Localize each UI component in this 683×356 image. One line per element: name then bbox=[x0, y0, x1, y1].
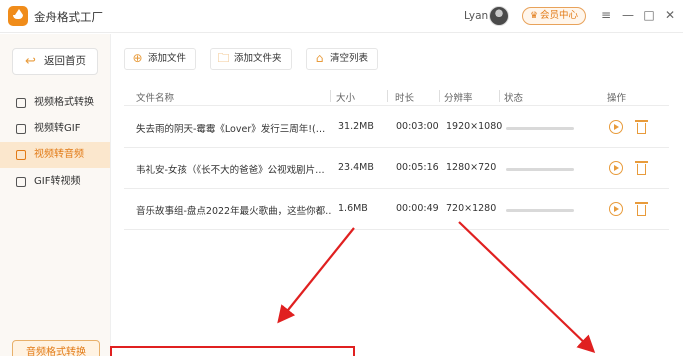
annotation-arrow-right bbox=[458, 221, 596, 354]
annotation-arrow-left bbox=[277, 227, 355, 324]
annotation-arrows bbox=[277, 221, 596, 354]
